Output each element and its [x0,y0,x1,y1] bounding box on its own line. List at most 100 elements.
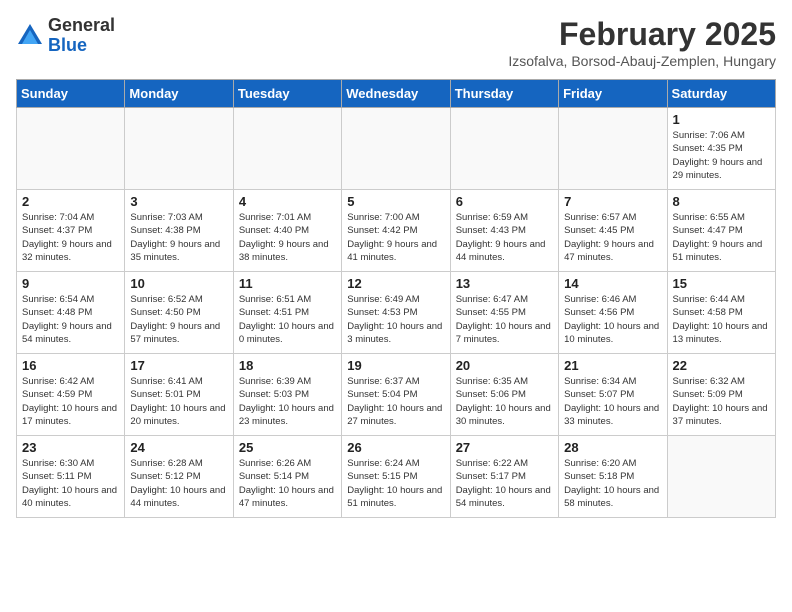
calendar-cell: 3 Sunrise: 7:03 AM Sunset: 4:38 PM Daylig… [125,190,233,272]
day-info: Sunrise: 6:37 AM Sunset: 5:04 PM Dayligh… [347,375,444,428]
calendar-cell: 8 Sunrise: 6:55 AM Sunset: 4:47 PM Daylig… [667,190,775,272]
calendar-cell: 15Sunrise: 6:44 AM Sunset: 4:58 PM Dayli… [667,272,775,354]
calendar-cell: 14 Sunrise: 6:46 AM Sunset: 4:56 PM Dayli… [559,272,667,354]
day-number: 28 [564,440,661,455]
day-number: 4 [239,194,336,209]
calendar-cell [233,108,341,190]
header-cell-monday: Monday [125,80,233,108]
day-info: Sunrise: 6:49 AM Sunset: 4:53 PM Dayligh… [347,293,444,346]
calendar-cell [667,436,775,518]
calendar-week-1: 2Sunrise: 7:04 AM Sunset: 4:37 PM Daylig… [17,190,776,272]
month-title: February 2025 [508,16,776,53]
calendar-cell [450,108,558,190]
calendar-cell: 19 Sunrise: 6:37 AM Sunset: 5:04 PM Dayli… [342,354,450,436]
day-info: Sunrise: 7:03 AM Sunset: 4:38 PM Dayligh… [130,211,227,264]
calendar-cell: 5 Sunrise: 7:00 AM Sunset: 4:42 PM Daylig… [342,190,450,272]
day-info: Sunrise: 6:20 AM Sunset: 5:18 PM Dayligh… [564,457,661,510]
logo-icon [16,22,44,50]
calendar-cell: 9 Sunrise: 6:54 AM Sunset: 4:48 PM Daylig… [17,272,125,354]
header-cell-thursday: Thursday [450,80,558,108]
calendar-cell: 10 Sunrise: 6:52 AM Sunset: 4:50 PM Dayli… [125,272,233,354]
calendar-cell: 7 Sunrise: 6:57 AM Sunset: 4:45 PM Daylig… [559,190,667,272]
day-number: 17 [130,358,227,373]
day-number: 6 [456,194,553,209]
day-info: Sunrise: 6:59 AM Sunset: 4:43 PM Dayligh… [456,211,553,264]
day-number: 2 [22,194,119,209]
day-number: 27 [456,440,553,455]
day-number: 13 [456,276,553,291]
calendar-week-3: 16 Sunrise: 6:42 AM Sunset: 4:59 PM Dayli… [17,354,776,436]
day-info: Sunrise: 6:52 AM Sunset: 4:50 PM Dayligh… [130,293,227,346]
header-cell-saturday: Saturday [667,80,775,108]
day-info: Sunrise: 6:39 AM Sunset: 5:03 PM Dayligh… [239,375,336,428]
calendar-cell [125,108,233,190]
day-number: 16 [22,358,119,373]
calendar-cell: 12 Sunrise: 6:49 AM Sunset: 4:53 PM Dayli… [342,272,450,354]
day-info: Sunrise: 6:46 AM Sunset: 4:56 PM Dayligh… [564,293,661,346]
calendar-header: SundayMondayTuesdayWednesdayThursdayFrid… [17,80,776,108]
calendar-cell: 11Sunrise: 6:51 AM Sunset: 4:51 PM Dayli… [233,272,341,354]
page-header: General Blue February 2025 Izsofalva, Bo… [16,16,776,69]
day-number: 7 [564,194,661,209]
day-info: Sunrise: 6:57 AM Sunset: 4:45 PM Dayligh… [564,211,661,264]
day-number: 5 [347,194,444,209]
calendar-cell: 22Sunrise: 6:32 AM Sunset: 5:09 PM Dayli… [667,354,775,436]
day-number: 10 [130,276,227,291]
calendar-cell: 27 Sunrise: 6:22 AM Sunset: 5:17 PM Dayli… [450,436,558,518]
day-info: Sunrise: 6:54 AM Sunset: 4:48 PM Dayligh… [22,293,119,346]
day-number: 19 [347,358,444,373]
logo-general: General [48,16,115,36]
day-info: Sunrise: 6:51 AM Sunset: 4:51 PM Dayligh… [239,293,336,346]
day-info: Sunrise: 6:22 AM Sunset: 5:17 PM Dayligh… [456,457,553,510]
location-subtitle: Izsofalva, Borsod-Abauj-Zemplen, Hungary [508,53,776,69]
day-number: 1 [673,112,770,127]
day-info: Sunrise: 7:01 AM Sunset: 4:40 PM Dayligh… [239,211,336,264]
day-info: Sunrise: 6:42 AM Sunset: 4:59 PM Dayligh… [22,375,119,428]
title-area: February 2025 Izsofalva, Borsod-Abauj-Ze… [508,16,776,69]
calendar-cell: 1Sunrise: 7:06 AM Sunset: 4:35 PM Daylig… [667,108,775,190]
day-info: Sunrise: 6:55 AM Sunset: 4:47 PM Dayligh… [673,211,770,264]
calendar-table: SundayMondayTuesdayWednesdayThursdayFrid… [16,79,776,518]
day-number: 8 [673,194,770,209]
day-number: 24 [130,440,227,455]
day-number: 12 [347,276,444,291]
header-cell-tuesday: Tuesday [233,80,341,108]
calendar-cell: 21Sunrise: 6:34 AM Sunset: 5:07 PM Dayli… [559,354,667,436]
day-info: Sunrise: 6:30 AM Sunset: 5:11 PM Dayligh… [22,457,119,510]
calendar-cell: 25 Sunrise: 6:26 AM Sunset: 5:14 PM Dayli… [233,436,341,518]
calendar-cell: 28 Sunrise: 6:20 AM Sunset: 5:18 PM Dayli… [559,436,667,518]
day-number: 25 [239,440,336,455]
day-info: Sunrise: 6:24 AM Sunset: 5:15 PM Dayligh… [347,457,444,510]
header-cell-sunday: Sunday [17,80,125,108]
calendar-cell: 6 Sunrise: 6:59 AM Sunset: 4:43 PM Daylig… [450,190,558,272]
logo-blue: Blue [48,36,115,56]
day-number: 23 [22,440,119,455]
header-row: SundayMondayTuesdayWednesdayThursdayFrid… [17,80,776,108]
logo-text: General Blue [48,16,115,56]
day-info: Sunrise: 6:34 AM Sunset: 5:07 PM Dayligh… [564,375,661,428]
header-cell-friday: Friday [559,80,667,108]
calendar-cell: 23 Sunrise: 6:30 AM Sunset: 5:11 PM Dayli… [17,436,125,518]
calendar-week-0: 1Sunrise: 7:06 AM Sunset: 4:35 PM Daylig… [17,108,776,190]
calendar-cell: 20Sunrise: 6:35 AM Sunset: 5:06 PM Dayli… [450,354,558,436]
calendar-cell: 16 Sunrise: 6:42 AM Sunset: 4:59 PM Dayli… [17,354,125,436]
day-info: Sunrise: 7:00 AM Sunset: 4:42 PM Dayligh… [347,211,444,264]
day-info: Sunrise: 6:44 AM Sunset: 4:58 PM Dayligh… [673,293,770,346]
calendar-cell [559,108,667,190]
day-number: 18 [239,358,336,373]
day-info: Sunrise: 6:26 AM Sunset: 5:14 PM Dayligh… [239,457,336,510]
day-number: 26 [347,440,444,455]
day-number: 3 [130,194,227,209]
day-info: Sunrise: 6:32 AM Sunset: 5:09 PM Dayligh… [673,375,770,428]
calendar-cell: 17Sunrise: 6:41 AM Sunset: 5:01 PM Dayli… [125,354,233,436]
calendar-cell: 13Sunrise: 6:47 AM Sunset: 4:55 PM Dayli… [450,272,558,354]
day-info: Sunrise: 6:28 AM Sunset: 5:12 PM Dayligh… [130,457,227,510]
day-number: 9 [22,276,119,291]
calendar-cell: 4 Sunrise: 7:01 AM Sunset: 4:40 PM Daylig… [233,190,341,272]
logo: General Blue [16,16,115,56]
calendar-cell: 24 Sunrise: 6:28 AM Sunset: 5:12 PM Dayli… [125,436,233,518]
day-number: 14 [564,276,661,291]
calendar-cell [342,108,450,190]
calendar-week-4: 23 Sunrise: 6:30 AM Sunset: 5:11 PM Dayli… [17,436,776,518]
calendar-cell: 26 Sunrise: 6:24 AM Sunset: 5:15 PM Dayli… [342,436,450,518]
